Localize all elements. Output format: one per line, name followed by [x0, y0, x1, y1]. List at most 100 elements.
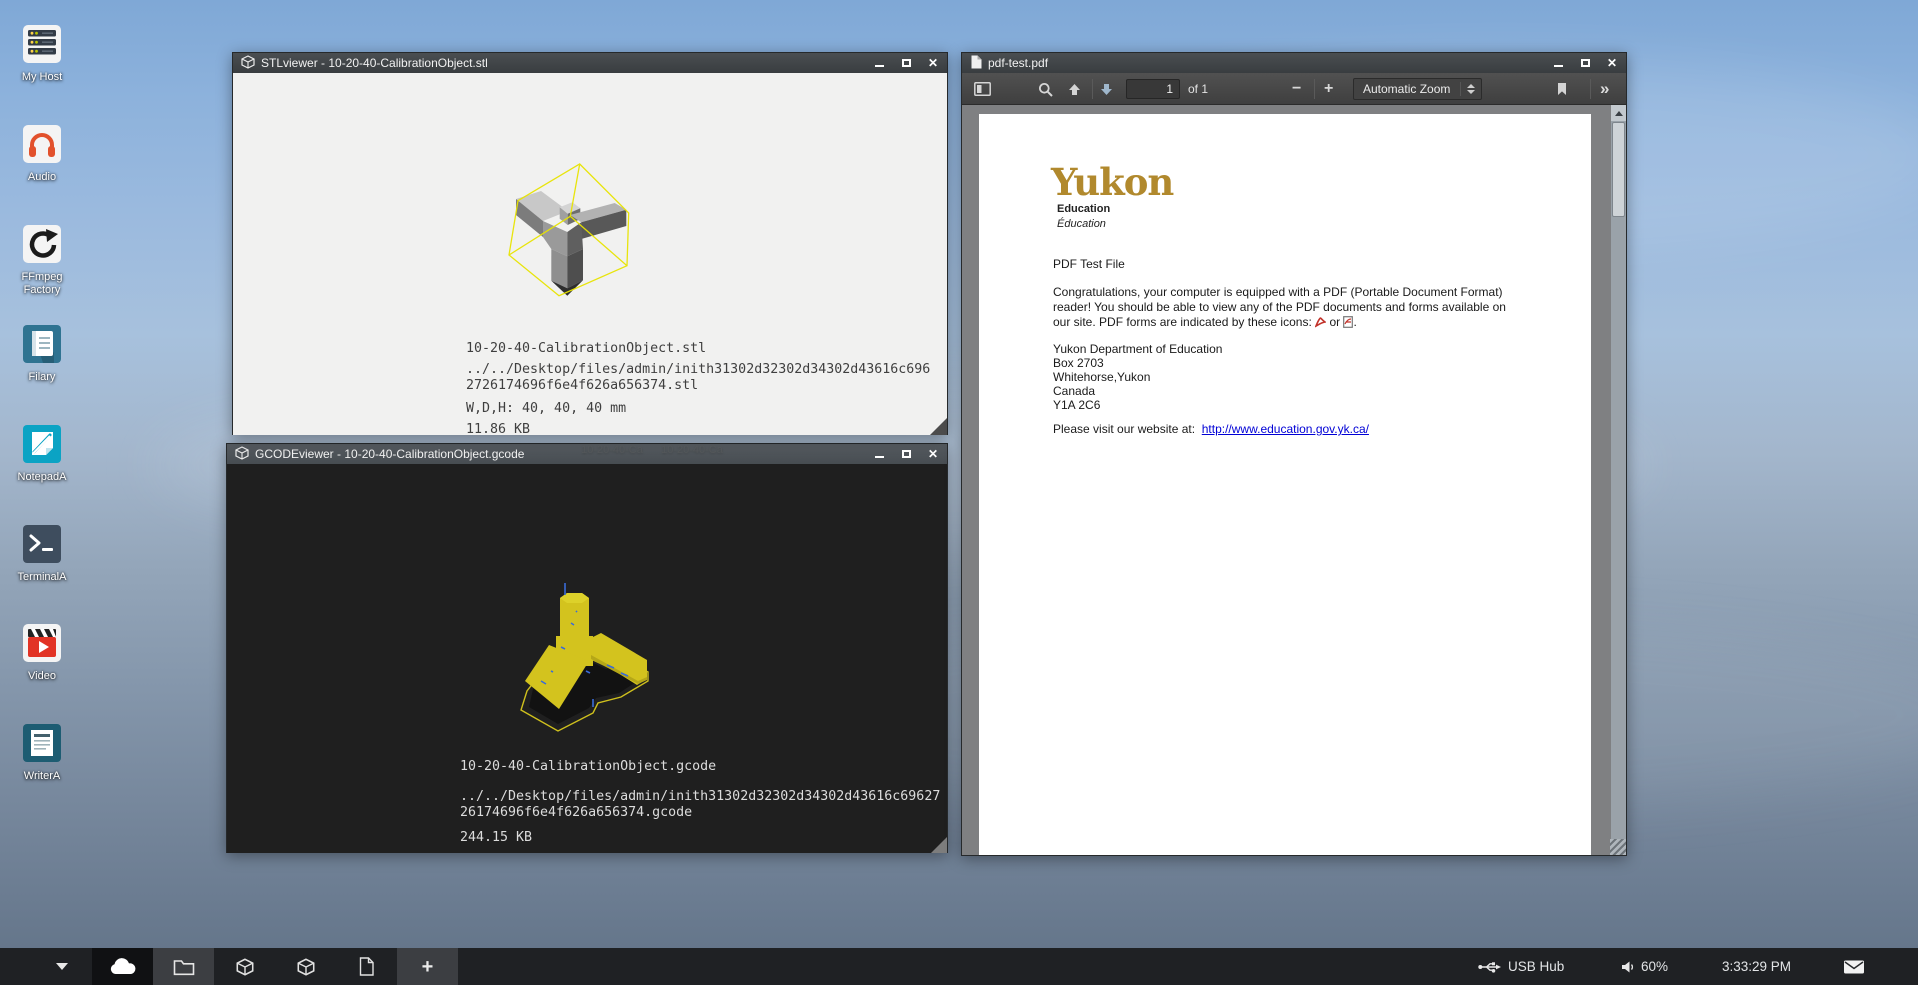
- stl-info-text: 10-20-40-CalibrationObject.stl ../../Des…: [466, 341, 930, 435]
- zoom-select[interactable]: Automatic Zoom: [1353, 78, 1482, 100]
- desktop-icon-my-host[interactable]: My Host: [6, 22, 78, 84]
- speaker-icon: [1621, 960, 1636, 974]
- para-line: reader! You should be able to view any o…: [1053, 300, 1543, 315]
- window-title: GCODEviewer - 10-20-40-CalibrationObject…: [255, 447, 524, 461]
- close-icon[interactable]: ✕: [927, 448, 939, 460]
- desktop-icon-ffmpeg-factory[interactable]: FFmpeg Factory: [6, 222, 78, 297]
- doc-address: Yukon Department of Education Box 2703 W…: [1053, 342, 1222, 412]
- system-tray: USB Hub 60% 3:33:29 PM: [0, 948, 1918, 985]
- maximize-icon[interactable]: [900, 57, 912, 69]
- address-line: Box 2703: [1053, 356, 1222, 370]
- window-title: pdf-test.pdf: [988, 56, 1048, 70]
- pdf-page: Yukon Education Éducation PDF Test File …: [979, 114, 1591, 855]
- gcode-path-line1: ../../Desktop/files/admin/inith31302d323…: [460, 789, 940, 805]
- stlviewer-window: STLviewer - 10-20-40-CalibrationObject.s…: [232, 52, 948, 435]
- stl-path-line2: 2726174696f6e4f626a656374.stl: [466, 378, 930, 394]
- cube-icon: [241, 55, 255, 72]
- previous-page-icon[interactable]: [1068, 73, 1081, 105]
- gcode-viewport[interactable]: 10-20-40-CalibrationObject.gcode ../../D…: [227, 464, 947, 853]
- minimize-icon[interactable]: [1552, 57, 1564, 69]
- scroll-up-icon[interactable]: [1611, 105, 1626, 121]
- desktop-icon-label: NotepadA: [18, 471, 67, 484]
- envelope-icon: [1843, 959, 1865, 975]
- gcode-path-line2: 26174696f6e4f626a656374.gcode: [460, 805, 940, 821]
- zoom-select-value: Automatic Zoom: [1354, 82, 1460, 96]
- toolbar-divider: [1314, 79, 1315, 99]
- sidebar-toggle-icon[interactable]: [974, 73, 991, 105]
- stl-model-preview: [483, 139, 661, 307]
- desktop-icon-label: TerminalA: [18, 571, 67, 584]
- pdf-toolbar: of 1 − + Automatic Zoom »: [962, 73, 1626, 105]
- desktop-icon-terminala[interactable]: TerminalA: [6, 522, 78, 584]
- stl-titlebar[interactable]: STLviewer - 10-20-40-CalibrationObject.s…: [233, 53, 947, 73]
- yukon-logo: Yukon Education Éducation: [1051, 164, 1173, 232]
- gcode-filesize: 244.15 KB: [460, 830, 940, 846]
- bookmark-icon[interactable]: [1556, 73, 1568, 105]
- desktop-icon-label: My Host: [22, 71, 62, 84]
- maximize-icon[interactable]: [900, 448, 912, 460]
- para-line3-text: our site. PDF forms are indicated by the…: [1053, 315, 1312, 329]
- volume-control[interactable]: [1621, 948, 1636, 985]
- logo-education-fr: Éducation: [1057, 217, 1173, 232]
- pdf-file-icon: [970, 55, 982, 72]
- zoom-in-icon[interactable]: +: [1324, 73, 1333, 105]
- logo-wordmark: Yukon: [1051, 164, 1173, 200]
- desktop-icon-notepada[interactable]: NotepadA: [6, 422, 78, 484]
- scrollbar[interactable]: [1611, 105, 1626, 855]
- doc-website-line: Please visit our website at: http://www.…: [1053, 422, 1369, 437]
- stl-viewport[interactable]: 10-20-40-CalibrationObject.stl ../../Des…: [233, 73, 947, 435]
- acrobat-icon: [1315, 317, 1326, 332]
- recycle-arrows-icon: [20, 222, 64, 266]
- resize-grip[interactable]: [930, 418, 947, 435]
- website-link[interactable]: http://www.education.gov.yk.ca/: [1202, 422, 1369, 436]
- zoom-out-icon[interactable]: −: [1292, 73, 1301, 105]
- minimize-icon[interactable]: [873, 448, 885, 460]
- stl-filesize: 11.86 KB: [466, 422, 930, 435]
- scrollbar-thumb[interactable]: [1612, 122, 1625, 217]
- notifications-button[interactable]: [1843, 948, 1865, 985]
- close-icon[interactable]: ✕: [927, 57, 939, 69]
- gcode-titlebar[interactable]: GCODEviewer - 10-20-40-CalibrationObject…: [227, 444, 947, 464]
- pdf-content-area: Yukon Education Éducation PDF Test File …: [962, 105, 1626, 855]
- notepad-pencil-icon: [20, 422, 64, 466]
- gcode-filename: 10-20-40-CalibrationObject.gcode: [460, 759, 940, 775]
- desktop-icon-label: WriterA: [24, 770, 60, 783]
- cube-icon: [235, 446, 249, 463]
- pdf-titlebar[interactable]: pdf-test.pdf ✕: [962, 53, 1626, 73]
- clock: 3:33:29 PM: [1722, 948, 1791, 985]
- gcode-model-preview: [501, 581, 681, 741]
- server-icon: [20, 22, 64, 66]
- desktop-icon-label: Video: [28, 670, 56, 683]
- logo-education-en: Education: [1057, 202, 1173, 217]
- maximize-icon[interactable]: [1579, 57, 1591, 69]
- pdf-form-icon: [1343, 316, 1353, 332]
- para-line: Congratulations, your computer is equipp…: [1053, 285, 1543, 300]
- desktop-icon-filary[interactable]: Filary: [6, 322, 78, 384]
- doc-paragraph: Congratulations, your computer is equipp…: [1053, 285, 1543, 332]
- next-page-icon[interactable]: [1100, 73, 1113, 105]
- para-period: .: [1353, 315, 1356, 329]
- book-icon: [20, 322, 64, 366]
- pdf-window: pdf-test.pdf ✕ of 1 −: [961, 52, 1627, 856]
- usb-icon: [1478, 960, 1502, 974]
- website-label: Please visit our website at:: [1053, 422, 1195, 436]
- address-line: Y1A 2C6: [1053, 398, 1222, 412]
- resize-grip[interactable]: [931, 837, 947, 853]
- more-tools-icon[interactable]: »: [1600, 73, 1609, 105]
- desktop-icon-video[interactable]: Video: [6, 621, 78, 683]
- usb-indicator[interactable]: [1478, 948, 1502, 985]
- stl-dimensions: W,D,H: 40, 40, 40 mm: [466, 401, 930, 417]
- search-icon[interactable]: [1038, 73, 1053, 105]
- minimize-icon[interactable]: [873, 57, 885, 69]
- address-line: Canada: [1053, 384, 1222, 398]
- window-title: STLviewer - 10-20-40-CalibrationObject.s…: [261, 56, 488, 70]
- close-icon[interactable]: ✕: [1606, 57, 1618, 69]
- desktop-icon-writera[interactable]: WriterA: [6, 721, 78, 783]
- select-arrows-icon: [1461, 84, 1481, 94]
- page-number-input[interactable]: [1126, 79, 1180, 99]
- stl-path-line1: ../../Desktop/files/admin/inith31302d323…: [466, 362, 930, 378]
- stl-filename: 10-20-40-CalibrationObject.stl: [466, 341, 930, 357]
- address-line: Whitehorse,Yukon: [1053, 370, 1222, 384]
- desktop-icon-audio[interactable]: Audio: [6, 122, 78, 184]
- resize-grip[interactable]: [1610, 839, 1626, 855]
